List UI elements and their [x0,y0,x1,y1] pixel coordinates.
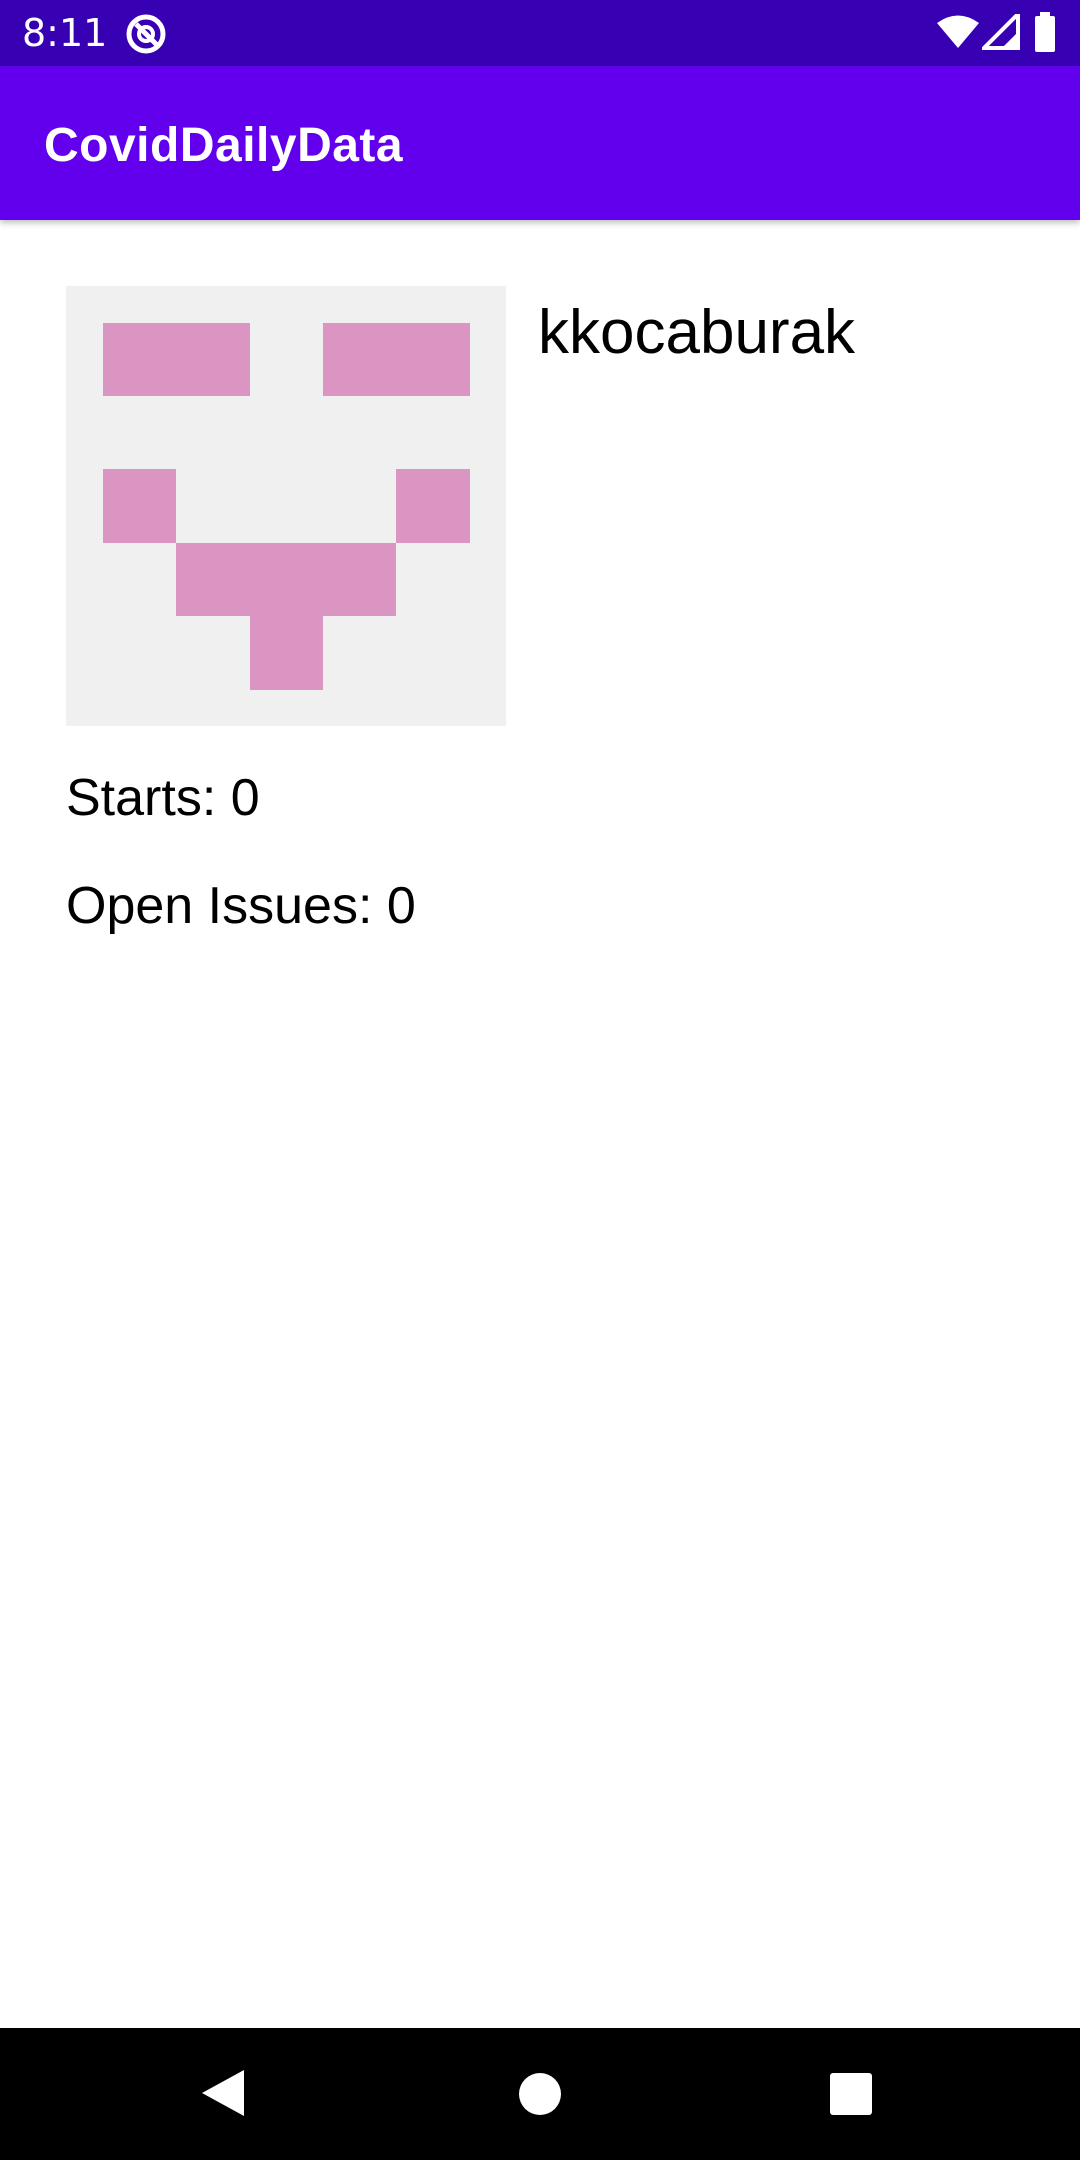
status-bar: 8:11 [0,0,1080,66]
status-time: 8:11 [22,11,108,55]
username: kkocaburak [538,298,856,367]
battery-icon [1034,12,1056,56]
open-issues-count: Open Issues: 0 [66,877,416,935]
home-icon[interactable] [518,2072,562,2120]
app-notification-icon [124,12,168,56]
recents-icon[interactable] [829,2072,873,2120]
cell-signal-icon [979,9,1020,54]
wifi-icon [936,14,980,54]
avatar [66,286,506,726]
identicon-image [66,286,506,726]
app-bar: CovidDailyData [0,66,1080,220]
stars-count: Starts: 0 [66,769,260,827]
back-icon[interactable] [200,2068,246,2122]
navigation-bar [0,2028,1080,2160]
app-title: CovidDailyData [44,119,404,172]
